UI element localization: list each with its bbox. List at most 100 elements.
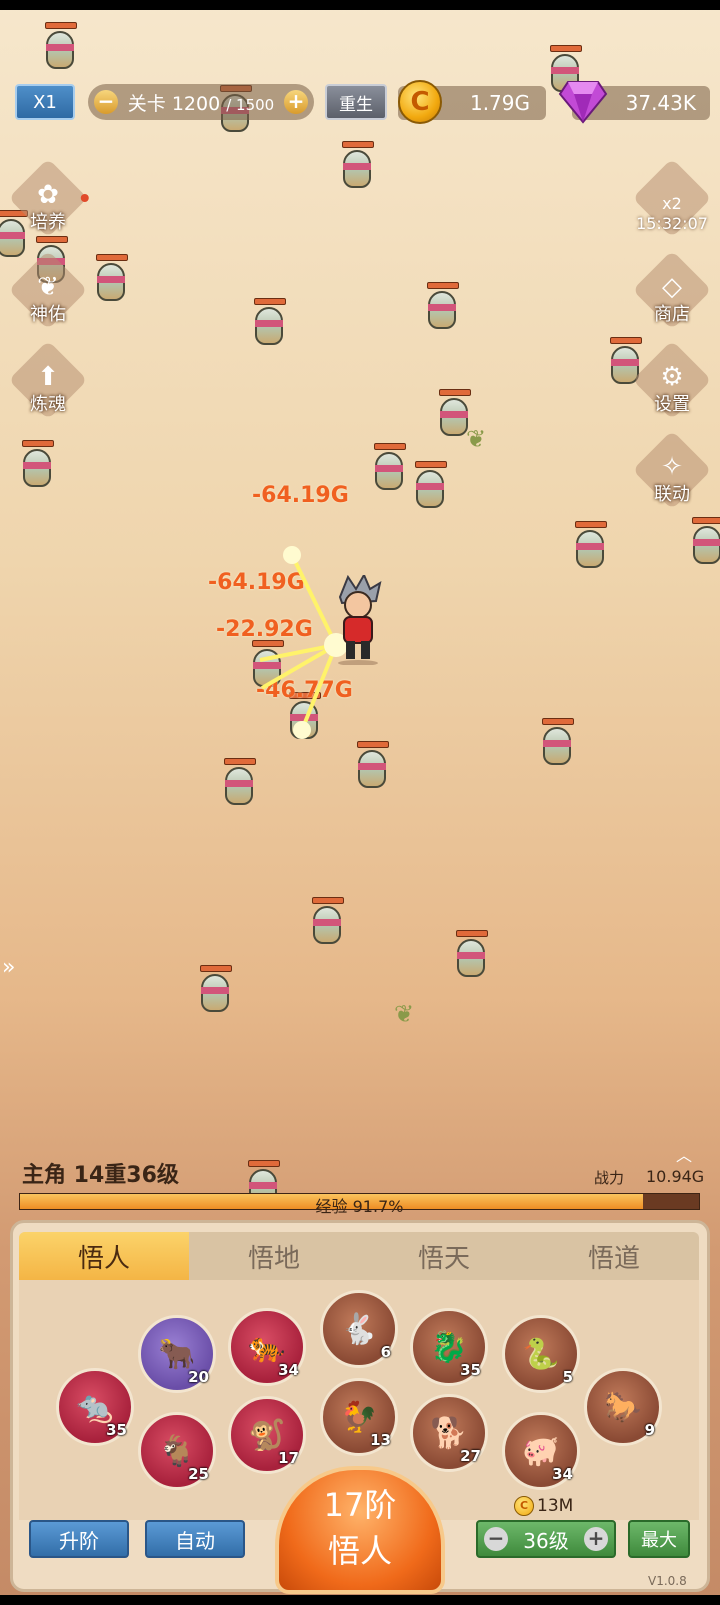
rebirth-button[interactable]: 重生 — [325, 84, 387, 120]
tab-wudao[interactable]: 悟道 — [529, 1232, 699, 1280]
zodiac-level: 17 — [278, 1449, 299, 1467]
grass-tuft: ❦ — [394, 1000, 415, 1028]
enemy-sprite — [198, 965, 232, 1013]
expand-arrow-icon[interactable]: » — [2, 955, 15, 980]
zodiac-rat[interactable]: 🐀 35 — [56, 1368, 134, 1446]
enemy-sprite — [222, 758, 256, 806]
zodiac-ox[interactable]: 🐂 20 — [138, 1315, 216, 1393]
collab-label: 联动 — [654, 484, 690, 505]
enemy-sprite — [372, 443, 406, 491]
gear-icon: ⚙ — [660, 362, 684, 392]
enemy-sprite — [413, 461, 447, 509]
blessing-button[interactable]: ❦ 神佑 — [8, 250, 88, 330]
hero-character — [338, 575, 382, 665]
ox-icon: 🐂 — [158, 1336, 196, 1372]
hero-name-level: 主角 14重36级 — [22, 1163, 179, 1188]
collab-button[interactable]: ✧ 联动 — [632, 430, 712, 510]
level-stepper: − 36级 + — [476, 1520, 616, 1558]
rooster-icon: 🐓 — [340, 1399, 378, 1435]
level-value: 36级 — [523, 1528, 569, 1553]
stage-title: 关卡 — [127, 92, 166, 115]
refine-soul-button[interactable]: ⬆ 炼魂 — [8, 340, 88, 420]
enemy-sprite — [573, 521, 607, 569]
zodiac-snake[interactable]: 🐍 5 — [502, 1315, 580, 1393]
tab-bar: 悟人 悟地 悟天 悟道 — [19, 1232, 699, 1280]
gold-coin-icon: C — [398, 80, 442, 124]
rat-icon: 🐀 — [76, 1389, 114, 1425]
cultivate-button[interactable]: ✿ 培养 — [8, 158, 91, 238]
arrow-up-icon: ⬆ — [37, 362, 59, 392]
zodiac-level: 34 — [278, 1361, 299, 1379]
zodiac-level: 5 — [562, 1368, 573, 1386]
stage-current: 1200 — [171, 92, 221, 115]
zodiac-goat[interactable]: 🐐 25 — [138, 1412, 216, 1490]
boost-timer: 15:32:07 — [636, 214, 708, 233]
zodiac-tiger[interactable]: 🐅 34 — [228, 1308, 306, 1386]
exp-label: 经验 91.7% — [315, 1197, 404, 1216]
speed-button[interactable]: X1 — [15, 84, 75, 120]
collapse-chevron-icon[interactable]: ︿ — [676, 1142, 692, 1166]
dragon-icon: 🐉 — [430, 1329, 468, 1365]
stage-max: / 1500 — [226, 95, 275, 114]
enemy-sprite — [252, 298, 286, 346]
status-bar — [0, 0, 720, 10]
rabbit-icon: 🐇 — [340, 1311, 378, 1347]
goat-icon: 🐐 — [158, 1433, 196, 1469]
level-decrease-button[interactable]: − — [484, 1527, 508, 1551]
power-label: 战力 — [594, 1169, 625, 1187]
enemy-sprite — [43, 22, 77, 70]
seedling-icon: ✿ — [37, 180, 59, 210]
zodiac-rooster[interactable]: 🐓 13 — [320, 1378, 398, 1456]
enemy-sprite — [454, 930, 488, 978]
zodiac-pig[interactable]: 🐖 34 — [502, 1412, 580, 1490]
enemy-sprite — [94, 254, 128, 302]
enemy-sprite — [425, 282, 459, 330]
zodiac-level: 13 — [370, 1431, 391, 1449]
power-value: 10.94G — [646, 1167, 705, 1186]
shop-button[interactable]: ◇ 商店 — [632, 250, 712, 330]
zodiac-rabbit[interactable]: 🐇 6 — [320, 1290, 398, 1368]
pig-icon: 🐖 — [522, 1433, 560, 1469]
monkey-icon: 🐒 — [248, 1417, 286, 1453]
cultivate-label: 培养 — [30, 212, 66, 233]
rank-level: 17阶 — [323, 1486, 397, 1524]
boost-multiplier: x2 — [662, 194, 682, 213]
diamond-icon: ◇ — [662, 272, 682, 302]
hands-icon: ❦ — [37, 272, 59, 302]
shop-label: 商店 — [654, 304, 690, 325]
tab-wutian[interactable]: 悟天 — [359, 1232, 529, 1280]
stage-prev-button[interactable]: − — [94, 90, 118, 114]
auto-button[interactable]: 自动 — [145, 1520, 245, 1558]
coin-icon: C — [514, 1496, 534, 1516]
tiger-icon: 🐅 — [248, 1329, 286, 1365]
zodiac-level: 35 — [106, 1421, 127, 1439]
enemy-sprite — [437, 389, 471, 437]
enemy-sprite — [310, 897, 344, 945]
level-increase-button[interactable]: + — [583, 1527, 608, 1551]
rank-name: 悟人 — [327, 1532, 392, 1570]
refine-soul-label: 炼魂 — [30, 394, 66, 415]
rank-up-button[interactable]: 17阶 悟人 — [275, 1466, 445, 1594]
gem-icon — [558, 81, 608, 124]
zodiac-level: 9 — [644, 1421, 655, 1439]
enemy-sprite — [540, 718, 574, 766]
upgrade-rank-button[interactable]: 升阶 — [29, 1520, 129, 1558]
dog-icon: 🐕 — [430, 1415, 468, 1451]
tab-wuren[interactable]: 悟人 — [19, 1232, 189, 1280]
zodiac-level: 20 — [188, 1368, 209, 1386]
zodiac-level: 35 — [460, 1361, 481, 1379]
zodiac-dragon[interactable]: 🐉 35 — [410, 1308, 488, 1386]
settings-button[interactable]: ⚙ 设置 — [632, 340, 712, 420]
max-button[interactable]: 最大 — [628, 1520, 690, 1558]
tab-wudi[interactable]: 悟地 — [189, 1232, 359, 1280]
horse-icon: 🐎 — [604, 1389, 642, 1425]
stage-next-button[interactable]: + — [284, 90, 308, 114]
cost-value: 13M — [537, 1496, 574, 1516]
double-boost-button[interactable]: x2 15:32:07 — [632, 158, 712, 238]
zodiac-horse[interactable]: 🐎 9 — [584, 1368, 662, 1446]
stage-selector: − 关卡 1200 / 1500 + — [88, 84, 314, 120]
damage-number: -64.19G — [252, 483, 349, 508]
version-label: V1.0.8 — [648, 1574, 687, 1588]
zodiac-dog[interactable]: 🐕 27 — [410, 1394, 488, 1472]
zodiac-monkey[interactable]: 🐒 17 — [228, 1396, 306, 1474]
